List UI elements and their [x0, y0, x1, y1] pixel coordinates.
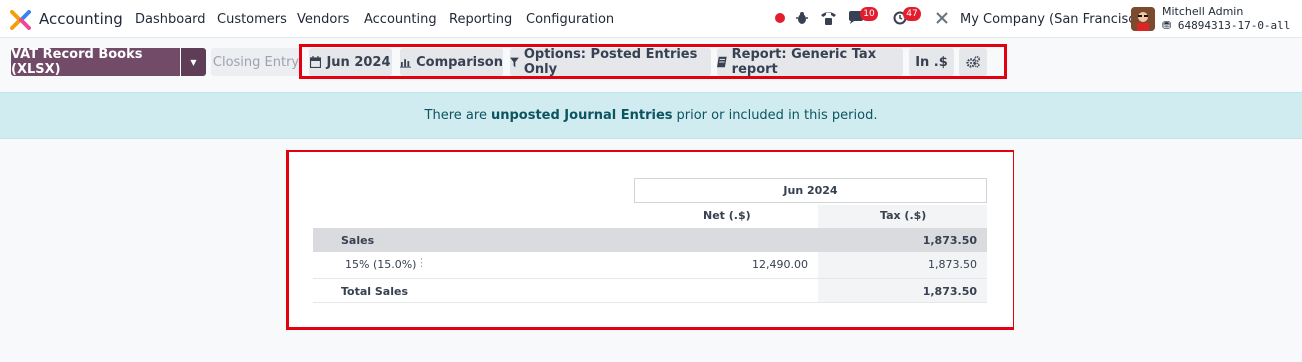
- tools-icon[interactable]: [935, 11, 949, 25]
- messages-badge: 10: [860, 7, 878, 21]
- menu-accounting[interactable]: Accounting: [364, 12, 437, 27]
- alert-suffix: prior or included in this period.: [676, 108, 878, 123]
- report-selector-button[interactable]: Report: Generic Tax report: [717, 47, 903, 77]
- menu-dashboard[interactable]: Dashboard: [135, 12, 206, 27]
- book-icon: [717, 56, 727, 68]
- tax-line-tax[interactable]: 1,873.50: [889, 258, 977, 271]
- sales-row-tax: 1,873.50: [922, 234, 977, 247]
- calendar-icon: [310, 56, 322, 68]
- report-selector-label: Report: Generic Tax report: [731, 47, 877, 77]
- line-options-icon[interactable]: ⋮: [416, 256, 427, 269]
- bug-icon[interactable]: [796, 11, 808, 25]
- settings-button[interactable]: [959, 48, 987, 76]
- sales-row-background: [313, 228, 987, 252]
- activities-badge: 47: [903, 7, 921, 21]
- menu-reporting[interactable]: Reporting: [449, 12, 512, 27]
- date-filter-label: Jun 2024: [326, 54, 391, 70]
- database-name: ⛃ 64894313-17-0-all: [1162, 19, 1291, 32]
- menu-vendors[interactable]: Vendors: [297, 12, 349, 27]
- alert-prefix: There are: [424, 108, 487, 123]
- menu-configuration[interactable]: Configuration: [526, 12, 614, 27]
- comparison-filter-label: Comparison: [416, 54, 503, 70]
- recording-dot-icon[interactable]: [775, 13, 785, 23]
- tax-line-label[interactable]: 15% (15.0%): [345, 258, 416, 271]
- net-column-header: Net (.$): [703, 209, 751, 222]
- period-header: Jun 2024: [634, 178, 987, 203]
- comparison-filter-button[interactable]: Comparison: [400, 48, 503, 76]
- database-label: 64894313-17-0-all: [1177, 19, 1291, 32]
- export-dropdown-toggle[interactable]: ▼: [181, 48, 206, 76]
- unposted-entries-alert: There are unposted Journal Entries prior…: [0, 92, 1302, 139]
- app-title[interactable]: Accounting: [39, 10, 123, 28]
- row-divider: [313, 278, 987, 279]
- tax-column-header: Tax (.$): [880, 209, 927, 222]
- sales-row-label[interactable]: Sales: [341, 234, 374, 247]
- total-sales-label: Total Sales: [341, 285, 409, 298]
- options-filter-button[interactable]: Options: Posted Entries Only: [510, 47, 711, 77]
- filter-icon: [510, 57, 519, 67]
- unposted-entries-link[interactable]: unposted Journal Entries: [491, 108, 673, 123]
- phone-icon[interactable]: [820, 10, 837, 26]
- currency-filter-button[interactable]: In .$: [909, 48, 954, 76]
- tax-line-net[interactable]: 12,490.00: [709, 258, 808, 271]
- bar-chart-icon: [400, 58, 412, 68]
- user-avatar[interactable]: [1131, 7, 1155, 31]
- date-filter-button[interactable]: Jun 2024: [309, 48, 392, 76]
- menu-customers[interactable]: Customers: [217, 12, 287, 27]
- total-sales-tax: 1,873.50: [922, 285, 977, 298]
- options-filter-label: Options: Posted Entries Only: [523, 47, 698, 77]
- tax-report-table: Jun 2024 Net (.$) Tax (.$) Sales 1,873.5…: [289, 152, 1013, 327]
- top-navbar: Accounting Dashboard Customers Vendors A…: [0, 0, 1302, 38]
- accounting-app-icon[interactable]: [10, 9, 31, 30]
- closing-entry-button[interactable]: Closing Entry: [211, 48, 301, 76]
- company-switcher[interactable]: My Company (San Francisco): [960, 12, 1148, 27]
- gears-icon: [966, 56, 980, 68]
- vat-record-books-button[interactable]: VAT Record Books (XLSX): [11, 47, 180, 77]
- user-name[interactable]: Mitchell Admin: [1162, 5, 1243, 18]
- caret-down-icon: ▼: [190, 57, 197, 67]
- row-divider: [313, 302, 987, 303]
